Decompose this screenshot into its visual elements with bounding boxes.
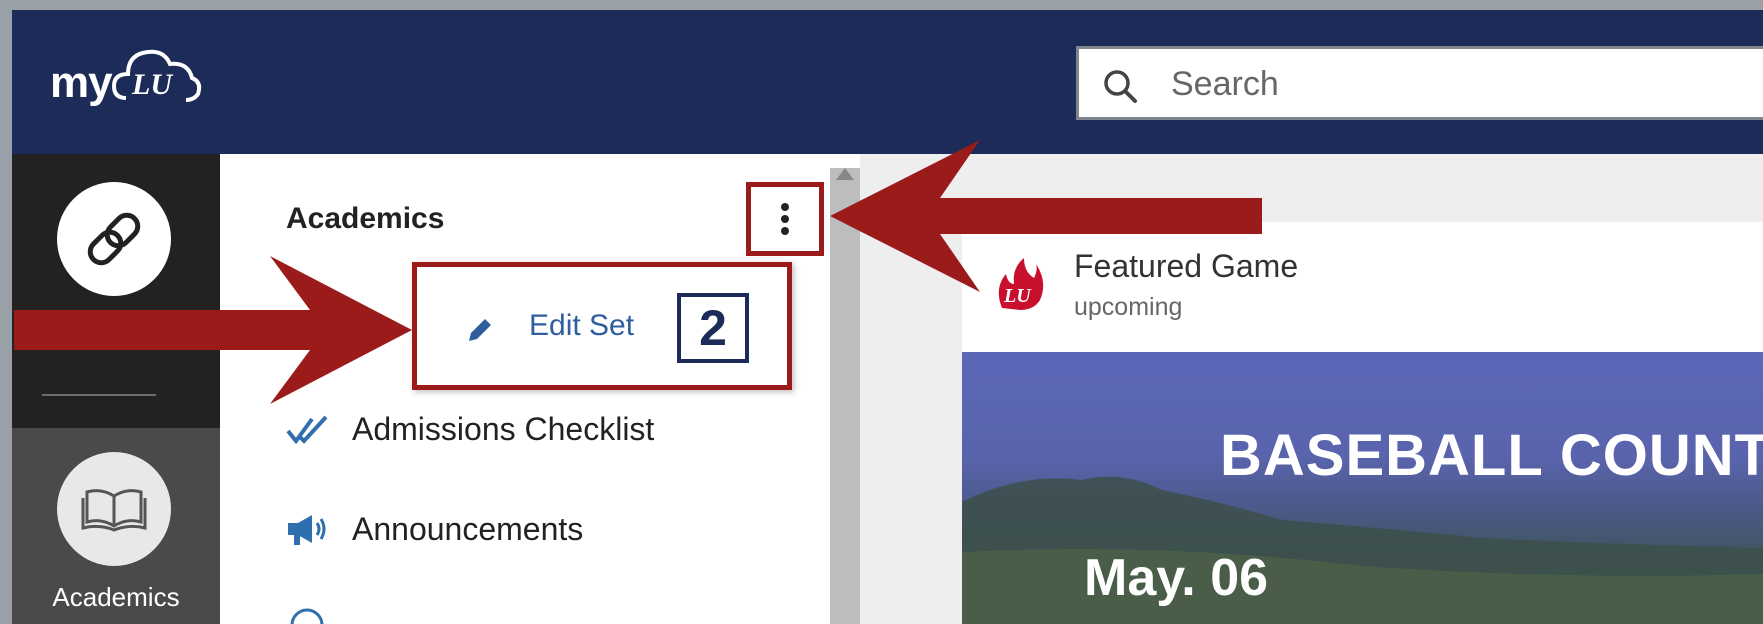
window-left-edge (0, 0, 12, 624)
options-menu: Edit Set 2 (412, 262, 792, 390)
mylu-logo[interactable]: my LU (50, 36, 202, 116)
logo-text: my (50, 58, 113, 107)
search-input[interactable] (1169, 49, 1753, 119)
banner-date: May. 06 (1084, 549, 1269, 607)
academics-button[interactable] (57, 452, 171, 566)
panel-scrollbar[interactable] (830, 168, 860, 624)
svg-text:LU: LU (131, 68, 173, 101)
rail-divider (42, 394, 156, 396)
open-book-icon (81, 489, 147, 532)
featured-game-card-header (962, 222, 1763, 352)
card-title: Featured Game (1074, 248, 1299, 284)
list-item-announcements[interactable]: Announcements (286, 504, 583, 554)
edit-set-menu-item[interactable]: Edit Set (529, 309, 634, 343)
quick-links-button[interactable] (57, 182, 171, 296)
megaphone-icon (288, 515, 326, 545)
globe-icon (290, 608, 324, 624)
link-chain-icon (87, 212, 141, 266)
svg-text:LU: LU (1003, 285, 1032, 307)
search-icon (1104, 70, 1137, 103)
card-subtitle: upcoming (1074, 293, 1183, 321)
list-item-label: Admissions Checklist (352, 410, 655, 447)
pencil-icon (469, 319, 491, 341)
banner-title: BASEBALL COUNTD (1220, 423, 1763, 488)
list-item-admissions-checklist[interactable]: Admissions Checklist (286, 404, 654, 454)
scroll-up-arrow-icon[interactable] (836, 168, 854, 180)
list-item-label: Announcements (352, 510, 584, 547)
rail-label-academics: Academics (52, 582, 180, 612)
featured-game-banner[interactable]: BASEBALL COUNTD May. 06 (962, 352, 1763, 624)
kebab-menu-icon (781, 203, 789, 235)
flames-logo-icon: LU (998, 258, 1044, 310)
more-options-button[interactable] (746, 182, 824, 256)
app-window: my LU Academics Academics (0, 0, 1763, 624)
list-item-partial[interactable] (286, 600, 352, 624)
cloud-lu-icon: LU (111, 49, 202, 102)
search-box[interactable] (1076, 46, 1763, 120)
step-number-badge: 2 (677, 293, 749, 363)
double-check-icon (286, 415, 328, 445)
panel-title: Academics (286, 202, 445, 235)
